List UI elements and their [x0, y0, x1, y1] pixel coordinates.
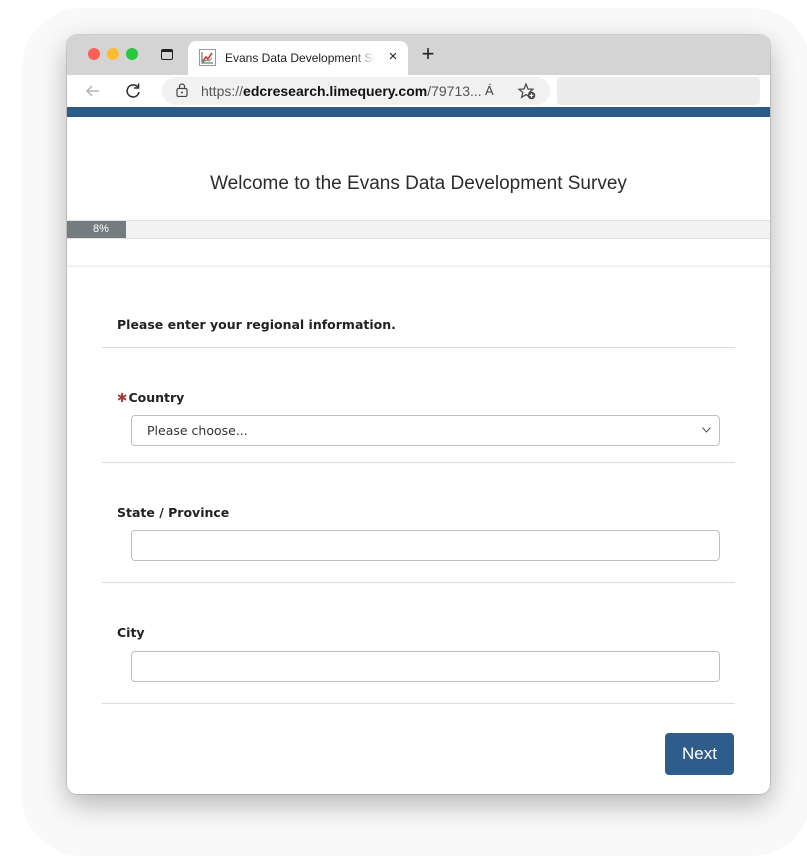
brand-bar — [67, 107, 770, 117]
state-input[interactable] — [131, 530, 720, 561]
tab-strip: Evans Data Development Survey × + — [67, 35, 770, 75]
divider — [102, 462, 735, 463]
minimize-window-button[interactable] — [107, 48, 119, 60]
browser-window: Evans Data Development Survey × + https:… — [67, 35, 770, 794]
required-asterisk: ✱ — [117, 390, 128, 405]
add-favorite-icon[interactable] — [517, 81, 537, 101]
tab-title: Evans Data Development Survey — [225, 51, 375, 65]
divider — [102, 347, 735, 348]
state-question-label: State / Province — [117, 505, 230, 520]
survey-title: Welcome to the Evans Data Development Su… — [210, 173, 627, 194]
next-button[interactable]: Next — [665, 733, 734, 775]
city-question-label: City — [117, 625, 145, 640]
divider — [102, 582, 735, 583]
progress-fill: 8% — [67, 221, 127, 238]
refresh-icon[interactable] — [123, 81, 143, 101]
tab-actions-icon[interactable] — [161, 49, 173, 60]
address-bar[interactable]: https://edcresearch.limequery.com/79713.… — [162, 77, 550, 105]
url-text: https://edcresearch.limequery.com/79713.… — [201, 83, 482, 99]
progress-bar: 8% — [67, 220, 770, 239]
new-tab-icon[interactable]: + — [417, 43, 439, 65]
country-question-label: ✱Country — [117, 390, 185, 405]
read-aloud-icon[interactable]: Á — [485, 83, 494, 98]
back-arrow-icon[interactable] — [83, 81, 103, 101]
city-input[interactable] — [131, 651, 720, 682]
close-window-button[interactable] — [88, 48, 100, 60]
tab-close-icon[interactable]: × — [384, 48, 402, 66]
header-divider — [67, 265, 770, 269]
tab-survey[interactable]: Evans Data Development Survey × — [188, 41, 408, 75]
country-select[interactable]: Please choose... — [131, 415, 720, 446]
divider — [102, 703, 735, 704]
country-select-value: Please choose... — [147, 423, 248, 438]
group-description: Please enter your regional information. — [117, 317, 396, 332]
browser-toolbar: https://edcresearch.limequery.com/79713.… — [67, 75, 770, 107]
chart-favicon-icon — [199, 49, 216, 66]
chevron-down-icon — [702, 427, 711, 433]
zoom-window-button[interactable] — [126, 48, 138, 60]
profile-area — [557, 77, 760, 105]
lock-icon — [176, 83, 188, 97]
progress-label: 8% — [93, 223, 109, 235]
